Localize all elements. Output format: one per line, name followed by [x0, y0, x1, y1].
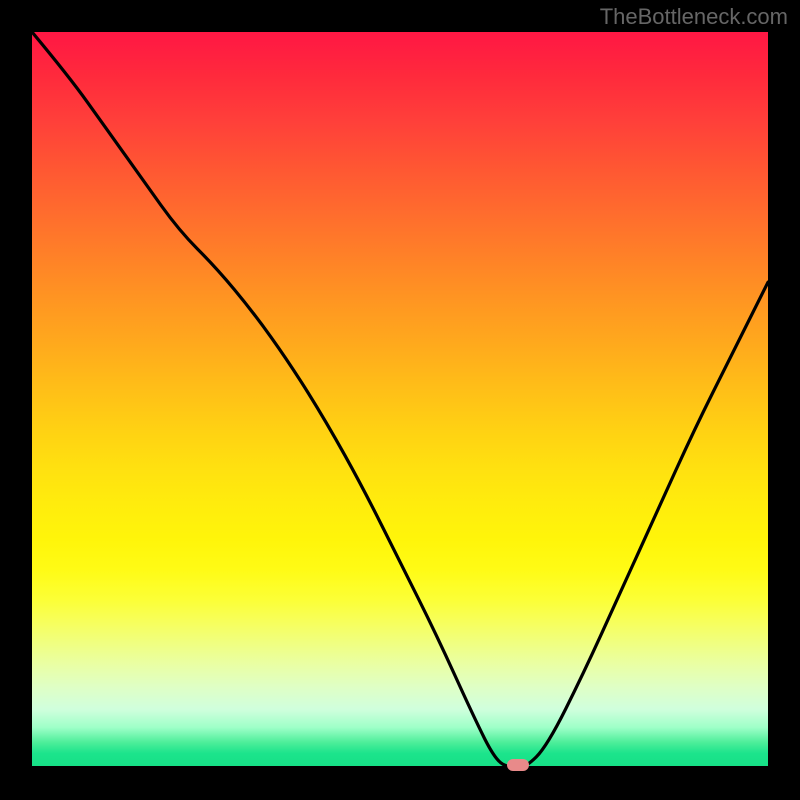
- x-axis-line: [32, 766, 768, 768]
- watermark-text: TheBottleneck.com: [600, 4, 788, 30]
- minimum-indicator: [507, 759, 529, 771]
- bottleneck-curve-svg: [32, 32, 768, 768]
- chart-plot-area: [32, 32, 768, 768]
- bottleneck-curve-path: [32, 32, 768, 768]
